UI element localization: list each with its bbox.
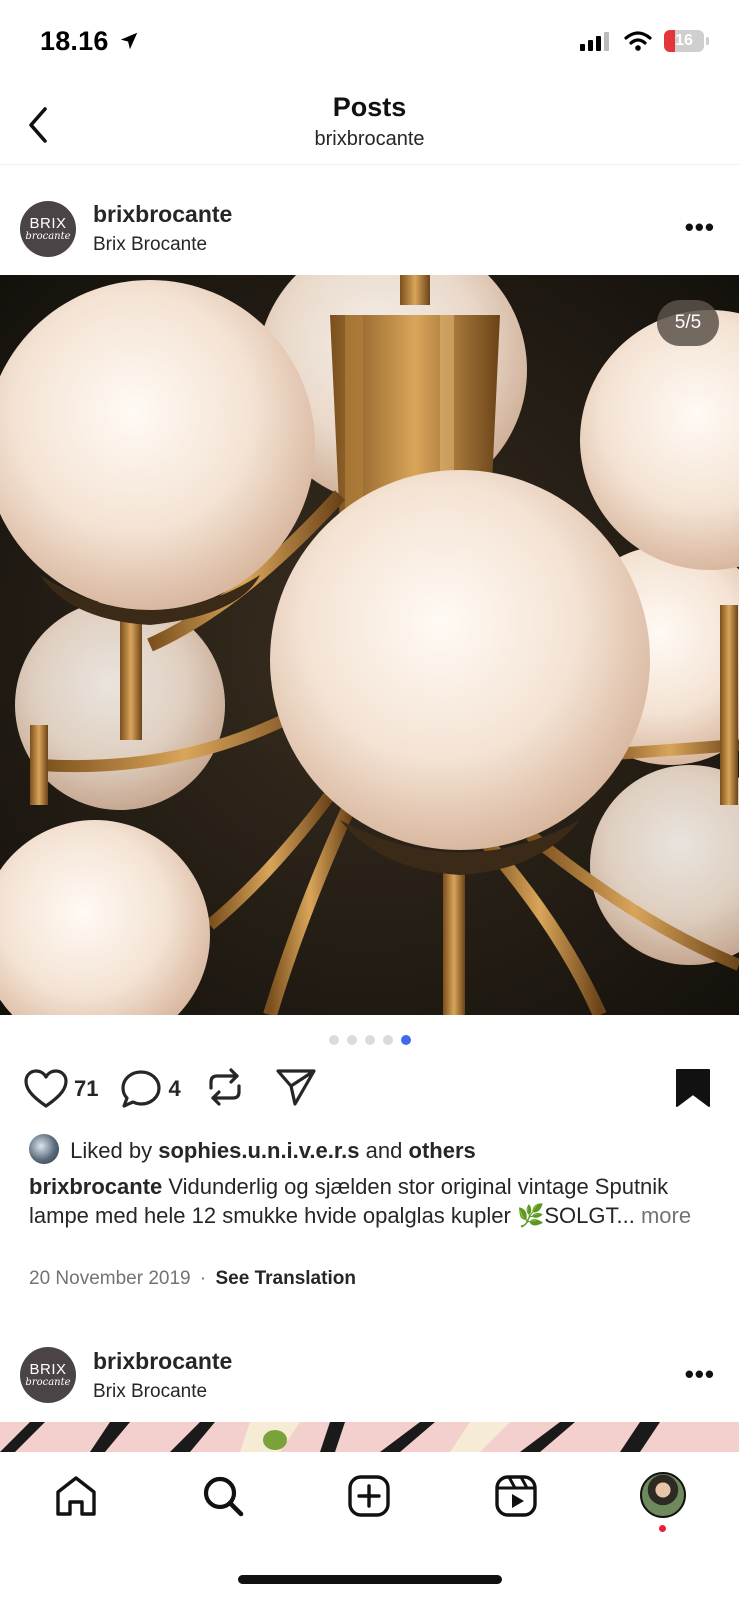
- liked-by-others-link[interactable]: others: [409, 1138, 476, 1163]
- carousel-dots: [0, 1035, 739, 1045]
- comment-count: 4: [168, 1075, 181, 1101]
- next-post-avatar[interactable]: BRIX brocante: [20, 1347, 76, 1403]
- tab-profile[interactable]: [640, 1472, 686, 1518]
- carousel-dot: [346, 1035, 357, 1045]
- liker-avatar[interactable]: [29, 1134, 59, 1164]
- home-icon: [56, 1476, 96, 1516]
- comment-button[interactable]: 4: [120, 1069, 181, 1109]
- tab-create[interactable]: [347, 1474, 391, 1521]
- caption-more-link[interactable]: more: [641, 1203, 691, 1228]
- carousel-counter-badge: 5/5: [657, 300, 719, 346]
- carousel-dot: [382, 1035, 393, 1045]
- next-post-more-options-button[interactable]: •••: [685, 1359, 715, 1390]
- header-divider: [0, 164, 739, 165]
- chandelier-photo: [0, 275, 739, 1015]
- location-arrow-icon: [121, 32, 138, 50]
- save-button[interactable]: [675, 1068, 711, 1111]
- post-image[interactable]: [0, 275, 739, 1015]
- repost-button[interactable]: [205, 1066, 245, 1111]
- carousel-dot: [328, 1035, 339, 1045]
- repost-icon: [209, 1068, 241, 1106]
- next-post-image[interactable]: [0, 1422, 739, 1452]
- page-title: Posts: [332, 92, 407, 122]
- avatar[interactable]: BRIX brocante: [20, 201, 76, 257]
- liked-by-line: Liked by sophies.u.n.i.v.e.r.s and other…: [29, 1134, 699, 1165]
- create-icon: [348, 1475, 390, 1517]
- comment-icon: [121, 1069, 162, 1108]
- heart-icon: [24, 1068, 68, 1108]
- carousel-dot: [364, 1035, 375, 1045]
- like-button[interactable]: 71: [24, 1068, 99, 1109]
- wifi-icon: [624, 31, 652, 51]
- liker-username[interactable]: sophies.u.n.i.v.e.r.s: [158, 1138, 359, 1163]
- tab-search[interactable]: [201, 1474, 245, 1521]
- post-username[interactable]: brixbrocante: [93, 201, 232, 228]
- post-actions: 71 4: [24, 1066, 317, 1111]
- tab-home[interactable]: [54, 1474, 98, 1521]
- like-count: 71: [74, 1075, 99, 1101]
- send-icon: [276, 1069, 316, 1106]
- home-indicator: [238, 1575, 502, 1584]
- next-post-username[interactable]: brixbrocante: [93, 1348, 232, 1375]
- reels-icon: [495, 1475, 537, 1517]
- post-caption: brixbrocante Vidunderlig og sjælden stor…: [29, 1172, 699, 1230]
- page-subtitle: brixbrocante: [314, 128, 425, 150]
- post-date: 20 November 2019: [29, 1268, 191, 1289]
- bookmark-filled-icon: [676, 1069, 710, 1107]
- more-options-button[interactable]: •••: [685, 212, 715, 243]
- status-indicators: 16: [580, 30, 709, 52]
- carousel-dot-active: [400, 1035, 411, 1045]
- profile-avatar: [640, 1472, 686, 1518]
- notification-dot: [659, 1525, 666, 1532]
- status-time: 18.16: [40, 26, 140, 57]
- search-icon: [203, 1476, 244, 1517]
- battery-icon: 16: [664, 30, 704, 52]
- cellular-signal-icon: [580, 32, 609, 51]
- post-date-line: 20 November 2019 · See Translation: [29, 1268, 356, 1289]
- see-translation-link[interactable]: See Translation: [216, 1268, 356, 1289]
- tab-reels[interactable]: [494, 1474, 538, 1521]
- caption-username[interactable]: brixbrocante: [29, 1174, 162, 1199]
- share-button[interactable]: [275, 1067, 317, 1110]
- post-full-name: Brix Brocante: [93, 234, 208, 255]
- next-post-full-name: Brix Brocante: [93, 1381, 208, 1402]
